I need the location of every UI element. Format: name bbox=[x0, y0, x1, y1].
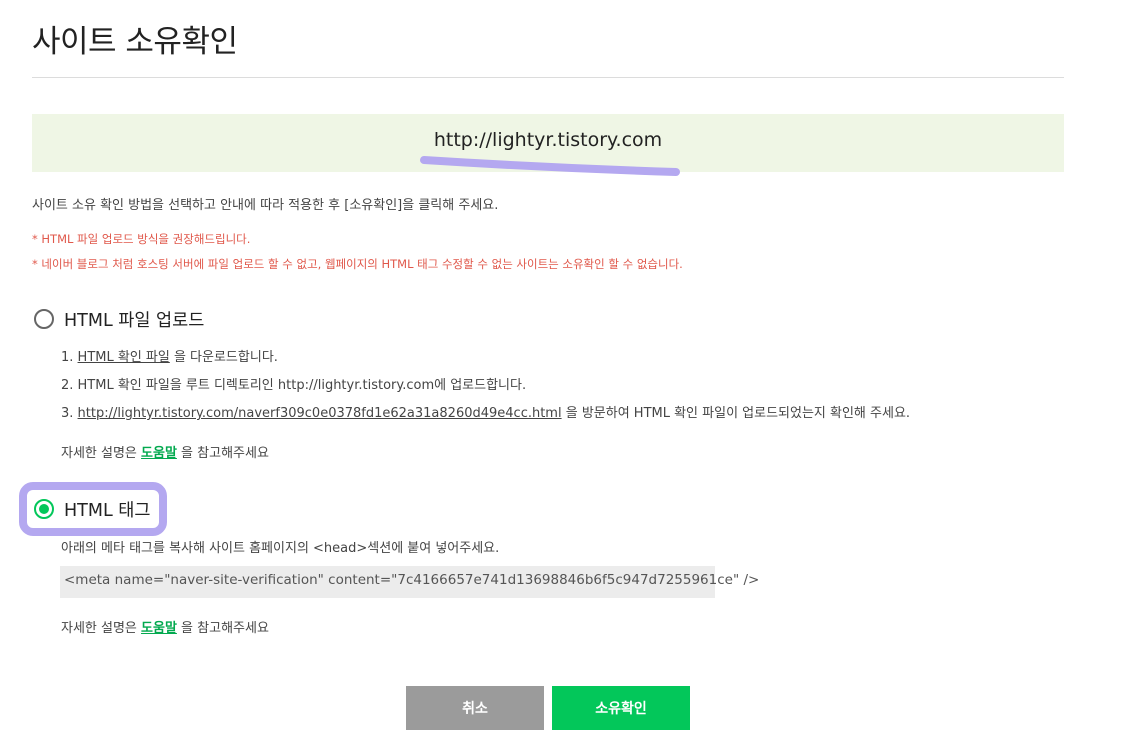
step-3-suffix: 을 방문하여 HTML 확인 파일이 업로드되었는지 확인해 주세요. bbox=[561, 406, 911, 421]
help-link[interactable]: 도움말 bbox=[141, 446, 177, 461]
radio-file-upload[interactable] bbox=[34, 309, 54, 329]
meta-tag-description: 아래의 메타 태그를 복사해 사이트 홈페이지의 <head>섹션에 붙여 넣어… bbox=[61, 541, 500, 556]
option-file-upload-label[interactable]: HTML 파일 업로드 bbox=[64, 307, 204, 332]
guide-text: 사이트 소유 확인 방법을 선택하고 안내에 따라 적용한 후 [소유확인]을 … bbox=[32, 198, 499, 213]
site-url: http://lightyr.tistory.com bbox=[433, 129, 663, 151]
upload-step-3: 3. http://lightyr.tistory.com/naverf309c… bbox=[61, 402, 910, 421]
help-suffix: 을 참고해주세요 bbox=[176, 446, 269, 461]
site-url-box: http://lightyr.tistory.com bbox=[32, 114, 1064, 172]
help-prefix: 자세한 설명은 bbox=[61, 446, 142, 461]
confirm-ownership-button[interactable]: 소유확인 bbox=[552, 686, 690, 730]
download-verification-file-link[interactable]: HTML 확인 파일 bbox=[78, 350, 170, 365]
step-1-suffix: 을 다운로드합니다. bbox=[169, 350, 278, 365]
help-link[interactable]: 도움말 bbox=[141, 621, 177, 636]
option-html-tag-label[interactable]: HTML 태그 bbox=[64, 497, 150, 522]
site-ownership-page: 사이트 소유확인 http://lightyr.tistory.com 사이트 … bbox=[0, 0, 1132, 736]
title-divider bbox=[32, 77, 1064, 78]
recommend-note: * HTML 파일 업로드 방식을 권장해드립니다. bbox=[32, 232, 251, 246]
cancel-button[interactable]: 취소 bbox=[406, 686, 544, 730]
file-upload-help: 자세한 설명은 도움말 을 참고해주세요 bbox=[61, 442, 269, 461]
step-1-prefix: 1. bbox=[61, 350, 78, 365]
help-prefix: 자세한 설명은 bbox=[61, 621, 142, 636]
verification-file-url-link[interactable]: http://lightyr.tistory.com/naverf309c0e0… bbox=[78, 406, 562, 421]
radio-html-tag[interactable] bbox=[34, 499, 54, 519]
meta-tag-code[interactable]: <meta name="naver-site-verification" con… bbox=[60, 566, 759, 598]
upload-step-1: 1. HTML 확인 파일 을 다운로드합니다. bbox=[61, 346, 278, 365]
page-title: 사이트 소유확인 bbox=[32, 24, 238, 60]
limitation-note: * 네이버 블로그 처럼 호스팅 서버에 파일 업로드 할 수 없고, 웹페이지… bbox=[32, 257, 683, 271]
html-tag-help: 자세한 설명은 도움말 을 참고해주세요 bbox=[61, 617, 269, 636]
upload-step-2: 2. HTML 확인 파일을 루트 디렉토리인 http://lightyr.t… bbox=[61, 378, 527, 393]
step-3-prefix: 3. bbox=[61, 406, 78, 421]
help-suffix: 을 참고해주세요 bbox=[176, 621, 269, 636]
